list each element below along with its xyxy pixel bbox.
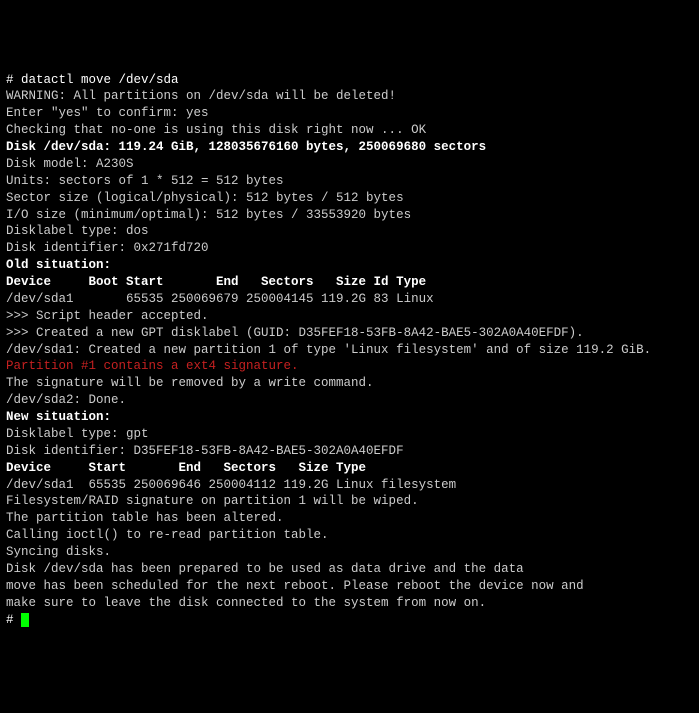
terminal-line: Disk identifier: D35FEF18-53FB-8A42-BAE5…: [6, 443, 693, 460]
terminal-line: Disk /dev/sda has been prepared to be us…: [6, 561, 693, 578]
terminal-line: Disk /dev/sda: 119.24 GiB, 128035676160 …: [6, 139, 693, 156]
terminal-line: # datactl move /dev/sda: [6, 72, 693, 89]
terminal-line: Disk identifier: 0x271fd720: [6, 240, 693, 257]
terminal-line: Device Start End Sectors Size Type: [6, 460, 693, 477]
terminal-line: /dev/sda1: Created a new partition 1 of …: [6, 342, 693, 359]
terminal-line: Calling ioctl() to re-read partition tab…: [6, 527, 693, 544]
terminal-line: Sector size (logical/physical): 512 byte…: [6, 190, 693, 207]
terminal-line: Disklabel type: gpt: [6, 426, 693, 443]
terminal-line: >>> Script header accepted.: [6, 308, 693, 325]
terminal-line: /dev/sda2: Done.: [6, 392, 693, 409]
terminal-output[interactable]: # datactl move /dev/sdaWARNING: All part…: [6, 72, 693, 629]
terminal-line: Enter "yes" to confirm: yes: [6, 105, 693, 122]
terminal-line: The partition table has been altered.: [6, 510, 693, 527]
terminal-line: WARNING: All partitions on /dev/sda will…: [6, 88, 693, 105]
terminal-line: move has been scheduled for the next reb…: [6, 578, 693, 595]
terminal-line: Filesystem/RAID signature on partition 1…: [6, 493, 693, 510]
terminal-line: Device Boot Start End Sectors Size Id Ty…: [6, 274, 693, 291]
terminal-line: /dev/sda1 65535 250069679 250004145 119.…: [6, 291, 693, 308]
terminal-line: make sure to leave the disk connected to…: [6, 595, 693, 612]
terminal-line: I/O size (minimum/optimal): 512 bytes / …: [6, 207, 693, 224]
terminal-line: Disk model: A230S: [6, 156, 693, 173]
terminal-line: Units: sectors of 1 * 512 = 512 bytes: [6, 173, 693, 190]
terminal-line: Syncing disks.: [6, 544, 693, 561]
prompt-line[interactable]: #: [6, 612, 693, 629]
terminal-line: Partition #1 contains a ext4 signature.: [6, 358, 693, 375]
terminal-line: Disklabel type: dos: [6, 223, 693, 240]
prompt-symbol: #: [6, 613, 21, 627]
terminal-line: New situation:: [6, 409, 693, 426]
terminal-line: The signature will be removed by a write…: [6, 375, 693, 392]
terminal-line: >>> Created a new GPT disklabel (GUID: D…: [6, 325, 693, 342]
terminal-line: /dev/sda1 65535 250069646 250004112 119.…: [6, 477, 693, 494]
terminal-line: Checking that no-one is using this disk …: [6, 122, 693, 139]
terminal-line: Old situation:: [6, 257, 693, 274]
cursor-icon: [21, 613, 29, 627]
